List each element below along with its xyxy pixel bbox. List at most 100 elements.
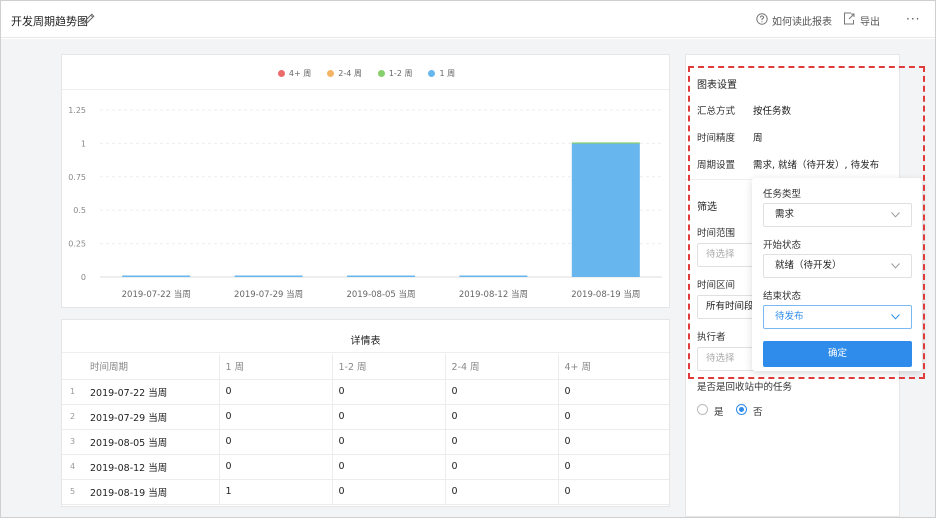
top-bar: 开发周期趋势图 如何读此报表 导出 ··· <box>1 1 935 38</box>
legend-dot <box>327 70 335 77</box>
column-header: 2-4 周 <box>445 354 559 380</box>
time-granularity-label: 时间精度 <box>697 133 736 144</box>
end-status-value: 待发布 <box>775 311 804 322</box>
table-cell: 2019-07-22 当周 <box>84 379 220 405</box>
table-cell: 0 <box>558 454 669 480</box>
table-cell: 0 <box>445 479 559 505</box>
task-type-select[interactable]: 需求 <box>763 203 912 227</box>
radio-no-label: 否 <box>753 407 763 418</box>
table-divider <box>62 352 669 353</box>
chart-legend: 4+ 周 2-4 周 1-2 周 1 周 <box>62 68 671 79</box>
help-circle-icon[interactable] <box>756 13 768 25</box>
legend-dot <box>428 70 436 77</box>
start-status-select[interactable]: 就绪（待开发） <box>763 254 912 278</box>
table-cell: 0 <box>219 404 333 430</box>
table-row: 4 2019-08-12 当周 0 0 0 0 <box>62 454 669 480</box>
table-header-row: 时间周期 1 周 1-2 周 2-4 周 4+ 周 <box>62 354 669 380</box>
table-cell: 0 <box>558 379 669 405</box>
end-status-select[interactable]: 待发布 <box>763 305 912 329</box>
settings-heading: 图表设置 <box>697 80 737 91</box>
page-title: 开发周期趋势图 <box>11 15 88 28</box>
table-cell: 0 <box>558 404 669 430</box>
row-index: 2 <box>62 404 84 430</box>
legend-item-1-2-weeks[interactable]: 1-2 周 <box>377 68 413 79</box>
confirm-button[interactable]: 确定 <box>763 341 912 367</box>
row-index: 3 <box>62 429 84 455</box>
bar <box>459 275 528 277</box>
assignee-label: 执行者 <box>697 332 726 343</box>
table-title: 详情表 <box>350 336 381 347</box>
index-header <box>62 354 84 380</box>
export-button[interactable]: 导出 <box>860 13 880 28</box>
table-cell: 0 <box>445 379 559 405</box>
task-type-label: 任务类型 <box>763 189 802 200</box>
table-cell: 2019-07-29 当周 <box>84 404 220 430</box>
table-cell: 2019-08-19 当周 <box>84 479 220 505</box>
table-cell: 0 <box>332 404 446 430</box>
radio-no[interactable] <box>736 404 747 415</box>
x-tick-label: 2019-08-05 当周 <box>346 289 415 300</box>
radio-yes-label: 是 <box>714 407 724 418</box>
chevron-down-icon <box>891 212 900 218</box>
table-cell: 2019-08-05 当周 <box>84 429 220 455</box>
legend-item-2-4-weeks[interactable]: 2-4 周 <box>327 68 362 79</box>
table-cell: 1 <box>219 479 333 505</box>
detail-table: 时间周期 1 周 1-2 周 2-4 周 4+ 周 1 2019-07-22 当… <box>62 354 669 505</box>
time-granularity-value[interactable]: 周 <box>753 130 763 144</box>
table-cell: 0 <box>219 379 333 405</box>
detail-table-card: 详情表 时间周期 1 周 1-2 周 2-4 周 4+ 周 1 2019-07-… <box>61 319 670 507</box>
legend-label: 1 周 <box>439 69 456 78</box>
bar-cap <box>571 142 640 144</box>
start-status-value: 就绪（待开发） <box>775 260 842 271</box>
table-row: 2 2019-07-29 当周 0 0 0 0 <box>62 404 669 430</box>
bar <box>347 275 415 277</box>
table-cell: 0 <box>445 404 559 430</box>
column-header: 时间周期 <box>84 354 220 380</box>
legend-item-4plus-weeks[interactable]: 4+ 周 <box>277 68 312 79</box>
bar-chart: 1.25 1 0.75 0.5 0.25 0 2019-07-22 当周 2019-07-29… <box>68 106 662 300</box>
app-window: 开发周期趋势图 如何读此报表 导出 ··· 4+ 周 2-4 周 1-2 周 1… <box>0 0 936 518</box>
chevron-down-icon <box>891 314 900 320</box>
cycle-setting-label: 周期设置 <box>697 160 736 171</box>
bar <box>234 275 303 277</box>
table-cell: 0 <box>558 479 669 505</box>
y-tick-label: 0.25 <box>68 240 86 249</box>
legend-dot <box>277 70 285 77</box>
legend-label: 1-2 周 <box>388 69 413 78</box>
table-row: 5 2019-08-19 当周 1 0 0 0 <box>62 479 669 505</box>
time-interval-label: 时间区间 <box>697 280 736 291</box>
y-tick-label: 0.75 <box>68 173 86 182</box>
legend-label: 4+ 周 <box>288 69 312 78</box>
table-row: 3 2019-08-05 当周 0 0 0 0 <box>62 429 669 455</box>
legend-label: 2-4 周 <box>338 69 362 78</box>
column-header: 1 周 <box>219 354 333 380</box>
x-tick-label: 2019-07-22 当周 <box>122 289 191 300</box>
start-status-label: 开始状态 <box>763 240 802 251</box>
table-cell: 0 <box>445 454 559 480</box>
column-header: 1-2 周 <box>332 354 446 380</box>
table-cell: 0 <box>332 379 446 405</box>
table-cell: 0 <box>445 429 559 455</box>
y-tick-label: 1 <box>81 139 86 148</box>
export-icon[interactable] <box>843 12 855 25</box>
table-row: 1 2019-07-22 当周 0 0 0 0 <box>62 379 669 405</box>
y-tick-label: 1.25 <box>68 106 86 115</box>
summary-method-label: 汇总方式 <box>697 106 736 117</box>
column-header: 4+ 周 <box>558 354 669 380</box>
table-cell: 0 <box>332 454 446 480</box>
more-options-icon[interactable]: ··· <box>906 12 920 26</box>
bar <box>122 275 191 277</box>
x-tick-label: 2019-08-19 当周 <box>571 289 640 300</box>
table-cell: 0 <box>219 429 333 455</box>
x-tick-label: 2019-07-29 当周 <box>234 289 303 300</box>
radio-yes[interactable] <box>697 404 708 415</box>
legend-item-1-week[interactable]: 1 周 <box>428 68 455 79</box>
row-index: 1 <box>62 379 84 405</box>
table-cell: 2019-08-12 当周 <box>84 454 220 480</box>
row-index: 5 <box>62 479 84 505</box>
table-cell: 0 <box>558 429 669 455</box>
summary-method-value[interactable]: 按任务数 <box>753 103 791 117</box>
edit-pencil-icon[interactable] <box>83 12 96 25</box>
cycle-setting-value[interactable]: 需求, 就绪（待开发）, 待发布 <box>753 157 879 171</box>
help-link[interactable]: 如何读此报表 <box>772 13 832 28</box>
